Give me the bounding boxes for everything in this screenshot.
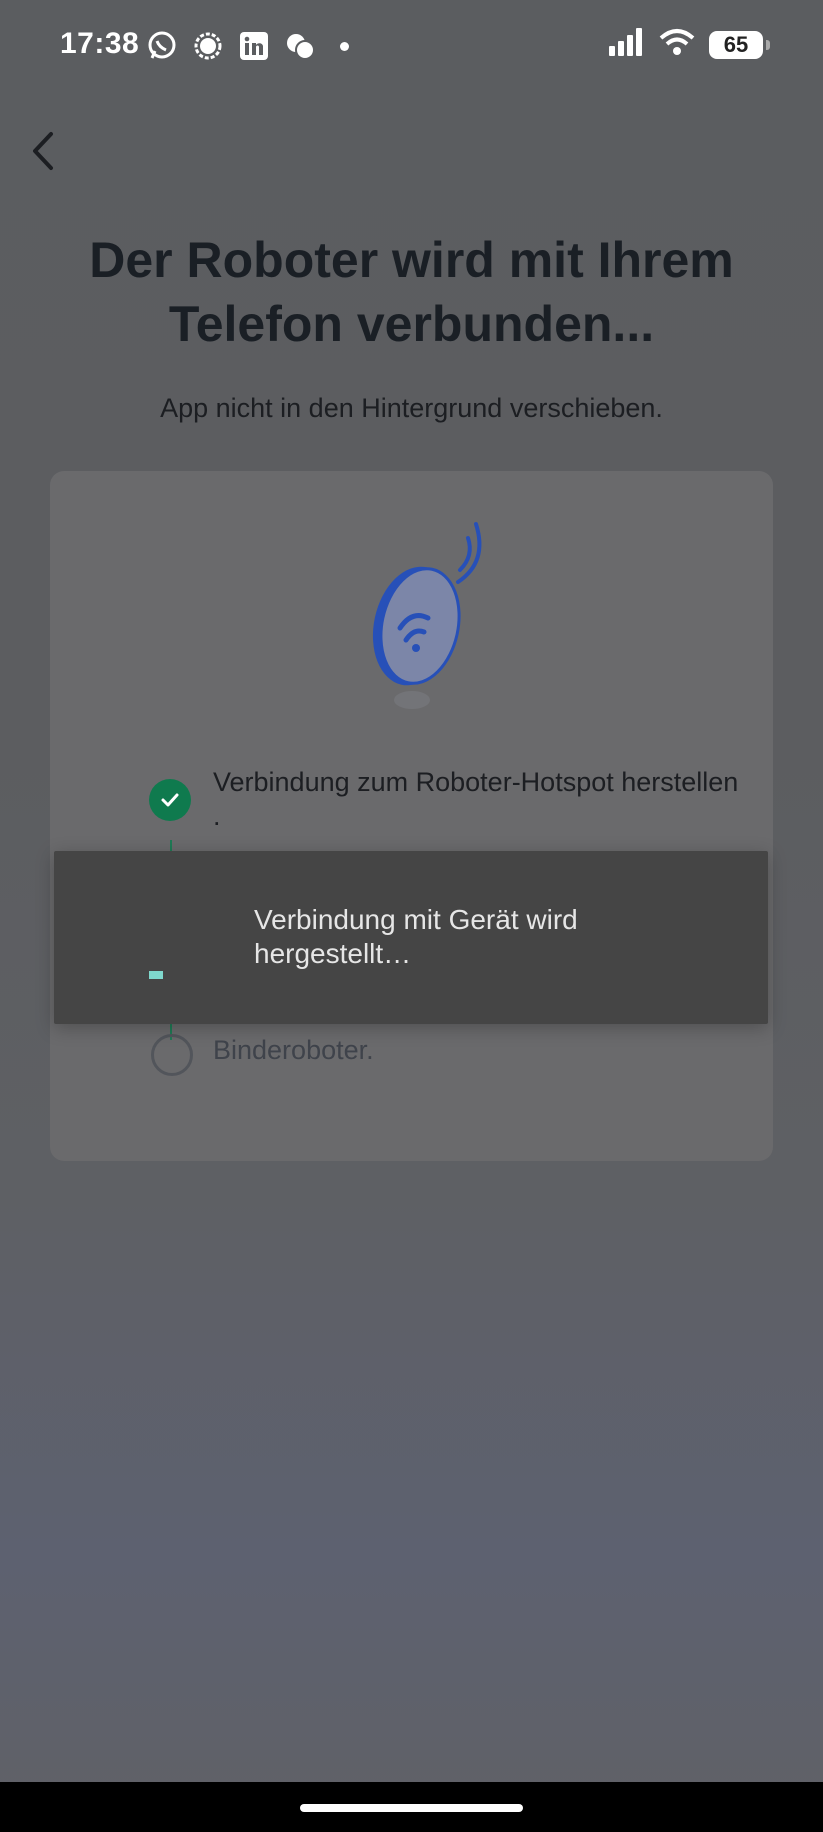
back-button[interactable] <box>18 125 70 177</box>
more-notifications-dot <box>340 41 349 51</box>
wifi-icon <box>659 28 695 61</box>
step-bind-robot: Binderoboter. <box>213 1035 374 1065</box>
step-label: Verbindung zum Roboter-Hotspot herstelle… <box>213 767 739 797</box>
step-pending-indicator <box>151 1034 193 1076</box>
home-gesture-handle[interactable] <box>300 1804 523 1812</box>
step-connect-hotspot: Verbindung zum Roboter-Hotspot herstelle… <box>213 765 813 833</box>
bubbles-icon <box>284 30 316 62</box>
check-icon <box>161 793 179 807</box>
page-subtitle: App nicht in den Hintergrund verschieben… <box>160 393 663 423</box>
status-bar: 17:38 65 <box>0 0 823 95</box>
step-done-indicator <box>149 779 191 821</box>
title-line-2: Telefon verbunden... <box>168 296 655 352</box>
battery-indicator: 65 <box>709 30 770 59</box>
dialog-message: Verbindung mit Gerät wird hergestellt… <box>254 904 578 969</box>
linkedin-icon <box>238 30 270 62</box>
title-line-1: Der Roboter wird mit Ihrem <box>89 232 734 288</box>
signal-icon <box>192 30 224 62</box>
connecting-dialog: Verbindung mit Gerät wird hergestellt… <box>54 851 768 1024</box>
status-right: 65 <box>609 28 770 61</box>
robot-hotspot-illustration <box>372 522 482 709</box>
whatsapp-icon <box>146 30 178 62</box>
step-label-suffix: . <box>213 801 221 831</box>
page-title: Der Roboter wird mit Ihrem Telefon verbu… <box>40 228 783 356</box>
notification-icons <box>146 30 349 62</box>
status-time: 17:38 <box>60 27 140 60</box>
system-nav-bar <box>0 1782 823 1832</box>
cell-signal-icon <box>609 28 645 61</box>
loading-spinner <box>149 971 163 979</box>
chevron-left-icon <box>33 132 53 170</box>
